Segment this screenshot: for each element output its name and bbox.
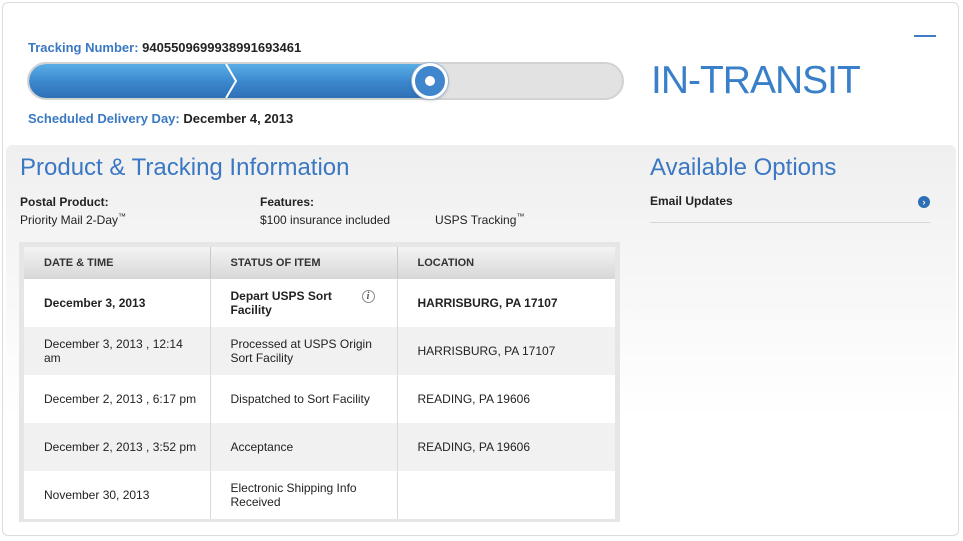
row-location: READING, PA 19606 [417,392,531,406]
tracking-number-label: Tracking Number: [28,40,139,55]
row-status: Electronic Shipping Info Received [210,471,398,519]
chevron-right-circle-icon[interactable]: › [918,196,930,208]
available-options-title: Available Options [650,154,837,181]
row-location: HARRISBURG, PA 17107 [397,327,615,375]
row-status: Processed at USPS Origin Sort Facility [210,327,398,375]
table-row: November 30, 2013 Electronic Shipping In… [24,471,615,519]
option-email-updates[interactable]: Email Updates › [650,193,930,223]
table-row: December 3, 2013 , 12:14 am Processed at… [24,327,615,375]
feature-tracking-name: USPS Tracking [435,213,517,227]
tracking-panel: Tracking Number: 9405509699938991693461 … [2,2,959,536]
feature-insurance: $100 insurance included [260,213,391,227]
row-date: November 30, 2013 [24,471,211,519]
row-date: December 2, 2013 , 6:17 pm [24,375,211,423]
scheduled-delivery-label: Scheduled Delivery Day: [28,111,180,126]
postal-product-value: Priority Mail 2-Day™ [20,212,126,227]
tracking-number-value: 9405509699938991693461 [142,40,302,55]
row-status: Depart USPS Sort Facility i [210,279,398,327]
details-section: Product & Tracking Information Available… [6,145,956,535]
info-icon[interactable]: i [361,290,375,303]
scheduled-delivery-value: December 4, 2013 [183,111,294,126]
trademark-mark: ™ [118,212,127,221]
column-header-date: DATE & TIME [24,247,211,279]
row-date: December 2, 2013 , 3:52 pm [24,423,211,471]
row-date: December 3, 2013 , 12:14 am [24,327,211,375]
row-location: HARRISBURG, PA 17107 [417,296,558,310]
postal-product-label: Postal Product: [20,195,109,209]
progress-stage-chevron-icon [225,64,238,98]
progress-bar [27,62,624,100]
row-date: December 3, 2013 [24,279,211,327]
table-row: December 2, 2013 , 6:17 pm Dispatched to… [24,375,615,423]
trademark-mark: ™ [516,212,525,221]
row-status: Dispatched to Sort Facility [210,375,398,423]
product-tracking-title: Product & Tracking Information [20,154,350,181]
tracking-number-line: Tracking Number: 9405509699938991693461 [28,40,301,55]
feature-tracking: USPS Tracking™ [435,212,524,227]
option-email-updates-label: Email Updates [650,194,733,208]
features-label: Features: [260,195,315,209]
row-location [397,471,615,519]
table-header-row: DATE & TIME STATUS OF ITEM LOCATION [24,247,615,279]
scheduled-delivery-line: Scheduled Delivery Day: December 4, 2013 [28,111,293,126]
column-header-status: STATUS OF ITEM [210,247,398,279]
row-location: READING, PA 19606 [397,423,615,471]
postal-product-name: Priority Mail 2-Day [20,213,119,227]
status-heading: IN-TRANSIT [651,59,861,102]
collapse-icon[interactable] [914,35,936,37]
tracking-history-table: DATE & TIME STATUS OF ITEM LOCATION Dece… [19,242,620,522]
row-status: Acceptance [210,423,398,471]
column-header-location: LOCATION [397,247,615,279]
table-row: December 3, 2013 Depart USPS Sort Facili… [24,279,615,327]
progress-marker-icon [412,63,448,99]
table-row: December 2, 2013 , 3:52 pm Acceptance RE… [24,423,615,471]
